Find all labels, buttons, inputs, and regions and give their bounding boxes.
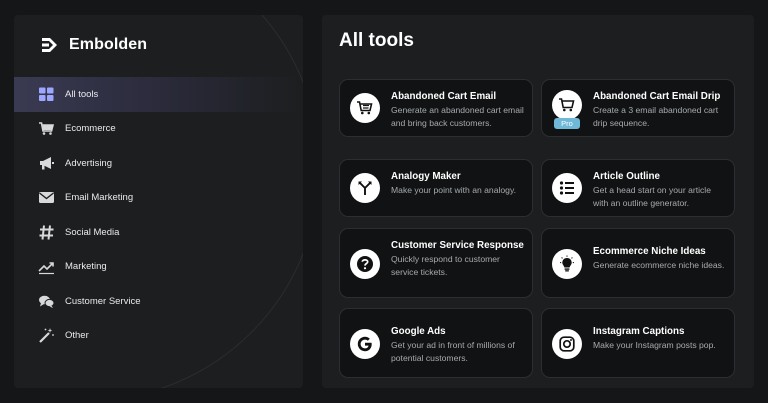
main-panel: All tools Abandoned Cart Email Generate … [322,15,754,388]
sidebar-item-other[interactable]: Other [14,319,303,354]
google-icon [350,329,380,359]
tool-card-customer-service-response[interactable]: Customer Service Response Quickly respon… [339,228,533,298]
tool-card-abandoned-cart-email-drip[interactable]: Pro Abandoned Cart Email Drip Create a 3… [541,79,735,137]
question-icon [350,249,380,279]
megaphone-icon [38,155,55,172]
sidebar-item-label: All tools [65,88,99,100]
chat-icon [38,293,55,310]
tool-description: Quickly respond to customer service tick… [391,254,500,277]
grid-icon [38,86,55,103]
embolden-logo-icon [42,38,57,52]
sidebar: Embolden All tools Ecommerce Advertising… [14,15,303,388]
pro-badge: Pro [554,118,580,129]
sidebar-item-label: Marketing [65,261,107,273]
sidebar-item-email-marketing[interactable]: Email Marketing [14,181,303,216]
sidebar-item-label: Social Media [65,226,120,238]
tool-description: Create a 3 email abandoned cart drip seq… [593,105,719,128]
instagram-icon [552,329,582,359]
sidebar-nav: All tools Ecommerce Advertising Email Ma… [14,77,303,353]
cart-icon [38,120,55,137]
tool-title: Abandoned Cart Email Drip [593,91,721,102]
tool-card-abandoned-cart-email[interactable]: Abandoned Cart Email Generate an abandon… [339,79,533,137]
sidebar-item-label: Ecommerce [65,123,116,135]
sidebar-item-label: Other [65,330,89,342]
tool-title: Ecommerce Niche Ideas [593,246,706,257]
tool-title: Instagram Captions [593,326,685,337]
sidebar-item-social-media[interactable]: Social Media [14,215,303,250]
sidebar-item-customer-service[interactable]: Customer Service [14,284,303,319]
tool-description: Get a head start on your article with an… [593,185,711,208]
brand[interactable]: Embolden [40,35,147,55]
tool-card-google-ads[interactable]: Google Ads Get your ad in front of milli… [339,308,533,378]
sidebar-item-marketing[interactable]: Marketing [14,250,303,285]
envelope-icon [38,189,55,206]
cart-icon [552,90,582,120]
sidebar-item-all-tools[interactable]: All tools [14,77,303,112]
tool-title: Article Outline [593,171,660,182]
sidebar-item-advertising[interactable]: Advertising [14,146,303,181]
sidebar-item-label: Customer Service [65,295,141,307]
tool-title: Google Ads [391,326,446,337]
page-title: All tools [339,30,414,51]
tool-description: Get your ad in front of millions of pote… [391,340,515,363]
brand-name: Embolden [69,36,148,53]
tool-card-ecommerce-niche-ideas[interactable]: Ecommerce Niche Ideas Generate ecommerce… [541,228,735,298]
split-arrow-icon [350,173,380,203]
trend-icon [38,258,55,275]
sidebar-item-ecommerce[interactable]: Ecommerce [14,112,303,147]
tool-title: Analogy Maker [391,171,461,182]
tool-description: Generate an abandoned cart email and bri… [391,105,524,128]
lightbulb-icon [552,249,582,279]
sidebar-item-label: Email Marketing [65,192,134,204]
cart-icon [350,93,380,123]
tool-card-analogy-maker[interactable]: Analogy Maker Make your point with an an… [339,159,533,217]
hashtag-icon [38,224,55,241]
tool-description: Make your point with an analogy. [391,185,516,195]
tool-description: Make your Instagram posts pop. [593,340,716,350]
sidebar-item-label: Advertising [65,157,112,169]
tool-description: Generate ecommerce niche ideas. [593,260,725,270]
list-icon [552,173,582,203]
tool-title: Abandoned Cart Email [391,91,497,102]
tool-title: Customer Service Response [391,240,524,251]
tool-card-article-outline[interactable]: Article Outline Get a head start on your… [541,159,735,217]
magic-wand-icon [38,327,55,344]
tool-card-instagram-captions[interactable]: Instagram Captions Make your Instagram p… [541,308,735,378]
